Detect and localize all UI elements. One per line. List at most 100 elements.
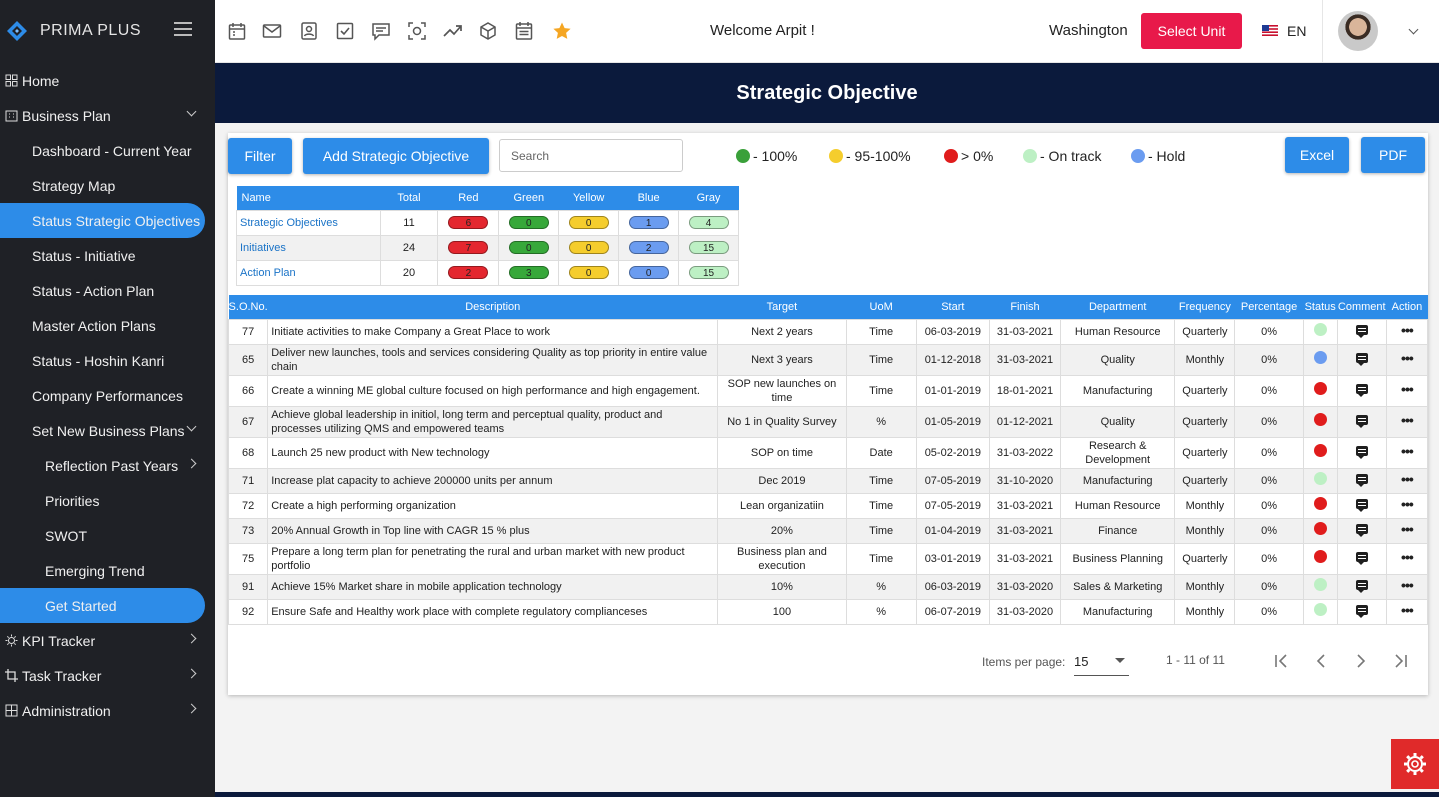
- more-options-icon[interactable]: •••: [1401, 322, 1414, 338]
- count-pill-red[interactable]: 7: [448, 241, 489, 254]
- sidebar-item-reflection-past-years[interactable]: Reflection Past Years: [0, 448, 215, 483]
- summary-header[interactable]: Blue: [618, 186, 679, 210]
- table-row[interactable]: 67 Achieve global leadership in initiol, …: [227, 405, 1429, 438]
- comment-icon[interactable]: [1355, 324, 1368, 338]
- summary-header[interactable]: Red: [437, 186, 499, 210]
- more-options-icon[interactable]: •••: [1401, 471, 1414, 487]
- sidebar-item-dashboard-current-year[interactable]: Dashboard - Current Year: [0, 133, 215, 168]
- table-row[interactable]: 68 Launch 25 new product with New technol…: [227, 436, 1429, 469]
- summary-header[interactable]: Gray: [678, 186, 739, 210]
- table-row[interactable]: 71 Increase plat capacity to achieve 2000…: [227, 467, 1429, 494]
- checkbox-icon[interactable]: [335, 21, 355, 41]
- more-options-icon[interactable]: •••: [1401, 412, 1414, 428]
- search-input[interactable]: [499, 139, 683, 172]
- count-pill-green[interactable]: 3: [508, 266, 549, 279]
- last-page-icon[interactable]: [1391, 651, 1411, 671]
- add-strategic-objective-button[interactable]: Add Strategic Objective: [303, 138, 489, 174]
- first-page-icon[interactable]: [1271, 651, 1291, 671]
- comment-icon[interactable]: [1355, 551, 1368, 565]
- more-options-icon[interactable]: •••: [1401, 381, 1414, 397]
- count-pill-yellow[interactable]: 0: [568, 241, 609, 254]
- sidebar-item-status-strategic-objectives[interactable]: Status Strategic Objectives: [0, 203, 205, 238]
- previous-page-icon[interactable]: [1311, 651, 1331, 671]
- sidebar-item-strategy-map[interactable]: Strategy Map: [0, 168, 215, 203]
- column-header[interactable]: Comment: [1337, 295, 1387, 319]
- table-row[interactable]: 77 Initiate activities to make Company a …: [227, 318, 1429, 345]
- column-header[interactable]: Description: [267, 295, 718, 319]
- select-unit-button[interactable]: Select Unit: [1141, 13, 1242, 49]
- column-header[interactable]: Action: [1386, 295, 1428, 319]
- sidebar-item-priorities[interactable]: Priorities: [0, 483, 215, 518]
- more-options-icon[interactable]: •••: [1401, 443, 1414, 459]
- filter-button[interactable]: Filter: [228, 138, 292, 174]
- table-row[interactable]: 91 Achieve 15% Market share in mobile app…: [227, 573, 1429, 600]
- items-per-page-select[interactable]: 15: [1074, 654, 1129, 676]
- table-row[interactable]: 72 Create a high performing organization L…: [227, 492, 1429, 519]
- sidebar-item-company-performances[interactable]: Company Performances: [0, 378, 215, 413]
- count-pill-green[interactable]: 0: [508, 241, 549, 254]
- comment-icon[interactable]: [1355, 523, 1368, 537]
- comment-icon[interactable]: [1355, 498, 1368, 512]
- column-header[interactable]: Finish: [989, 295, 1061, 319]
- count-pill-yellow[interactable]: 0: [568, 216, 609, 229]
- count-pill-gray[interactable]: 4: [688, 216, 729, 229]
- comment-icon[interactable]: [1355, 604, 1368, 618]
- settings-button[interactable]: [1391, 739, 1439, 789]
- column-header[interactable]: UoM: [846, 295, 917, 319]
- summary-header[interactable]: Green: [498, 186, 559, 210]
- next-page-icon[interactable]: [1351, 651, 1371, 671]
- count-pill-blue[interactable]: 0: [628, 266, 669, 279]
- language-selector[interactable]: EN: [1287, 23, 1306, 39]
- table-row[interactable]: 65 Deliver new launches, tools and servic…: [227, 343, 1429, 376]
- sidebar-item-swot[interactable]: SWOT: [0, 518, 215, 553]
- sidebar-item-status-action-plan[interactable]: Status - Action Plan: [0, 273, 215, 308]
- column-header[interactable]: Start: [916, 295, 990, 319]
- comment-icon[interactable]: [1355, 352, 1368, 366]
- more-options-icon[interactable]: •••: [1401, 577, 1414, 593]
- more-options-icon[interactable]: •••: [1401, 521, 1414, 537]
- more-options-icon[interactable]: •••: [1401, 496, 1414, 512]
- sidebar-item-administration[interactable]: Administration: [0, 693, 215, 728]
- sidebar-item-kpi-tracker[interactable]: KPI Tracker: [0, 623, 215, 658]
- sidebar-item-set-new-business-plans[interactable]: Set New Business Plans: [0, 413, 215, 448]
- count-pill-blue[interactable]: 2: [628, 241, 669, 254]
- sidebar-item-master-action-plans[interactable]: Master Action Plans: [0, 308, 215, 343]
- sidebar-item-home[interactable]: Home: [0, 63, 215, 98]
- sidebar-item-status-initiative[interactable]: Status - Initiative: [0, 238, 215, 273]
- mail-icon[interactable]: [262, 21, 282, 41]
- count-pill-blue[interactable]: 1: [628, 216, 669, 229]
- count-pill-red[interactable]: 2: [448, 266, 489, 279]
- count-pill-gray[interactable]: 15: [688, 241, 729, 254]
- sidebar-item-business-plan[interactable]: Business Plan: [0, 98, 215, 133]
- scan-icon[interactable]: [407, 21, 427, 41]
- summary-header[interactable]: Total: [380, 186, 438, 210]
- sidebar-item-task-tracker[interactable]: Task Tracker: [0, 658, 215, 693]
- count-pill-red[interactable]: 6: [448, 216, 489, 229]
- count-pill-gray[interactable]: 15: [688, 266, 729, 279]
- comment-icon[interactable]: [1355, 383, 1368, 397]
- star-icon[interactable]: [552, 21, 572, 41]
- summary-row-link[interactable]: Initiatives: [236, 234, 381, 261]
- excel-button[interactable]: Excel: [1285, 137, 1349, 173]
- more-options-icon[interactable]: •••: [1401, 350, 1414, 366]
- count-pill-yellow[interactable]: 0: [568, 266, 609, 279]
- count-pill-green[interactable]: 0: [508, 216, 549, 229]
- comment-icon[interactable]: [1355, 473, 1368, 487]
- summary-header[interactable]: Yellow: [558, 186, 619, 210]
- summary-header[interactable]: Name: [236, 186, 381, 210]
- summary-row-link[interactable]: Action Plan: [236, 259, 381, 286]
- more-options-icon[interactable]: •••: [1401, 549, 1414, 565]
- comment-icon[interactable]: [1355, 579, 1368, 593]
- table-row[interactable]: 66 Create a winning ME global culture foc…: [227, 374, 1429, 407]
- column-header[interactable]: Percentage: [1234, 295, 1304, 319]
- notes-icon[interactable]: [371, 21, 391, 41]
- contact-icon[interactable]: [299, 21, 319, 41]
- chevron-down-icon[interactable]: [1408, 24, 1419, 35]
- more-options-icon[interactable]: •••: [1401, 602, 1414, 618]
- column-header[interactable]: Frequency: [1174, 295, 1235, 319]
- column-header[interactable]: Target: [717, 295, 847, 319]
- column-header[interactable]: S.O.No.: [228, 295, 268, 319]
- comment-icon[interactable]: [1355, 445, 1368, 459]
- column-header[interactable]: Status: [1303, 295, 1338, 319]
- box-icon[interactable]: [478, 21, 498, 41]
